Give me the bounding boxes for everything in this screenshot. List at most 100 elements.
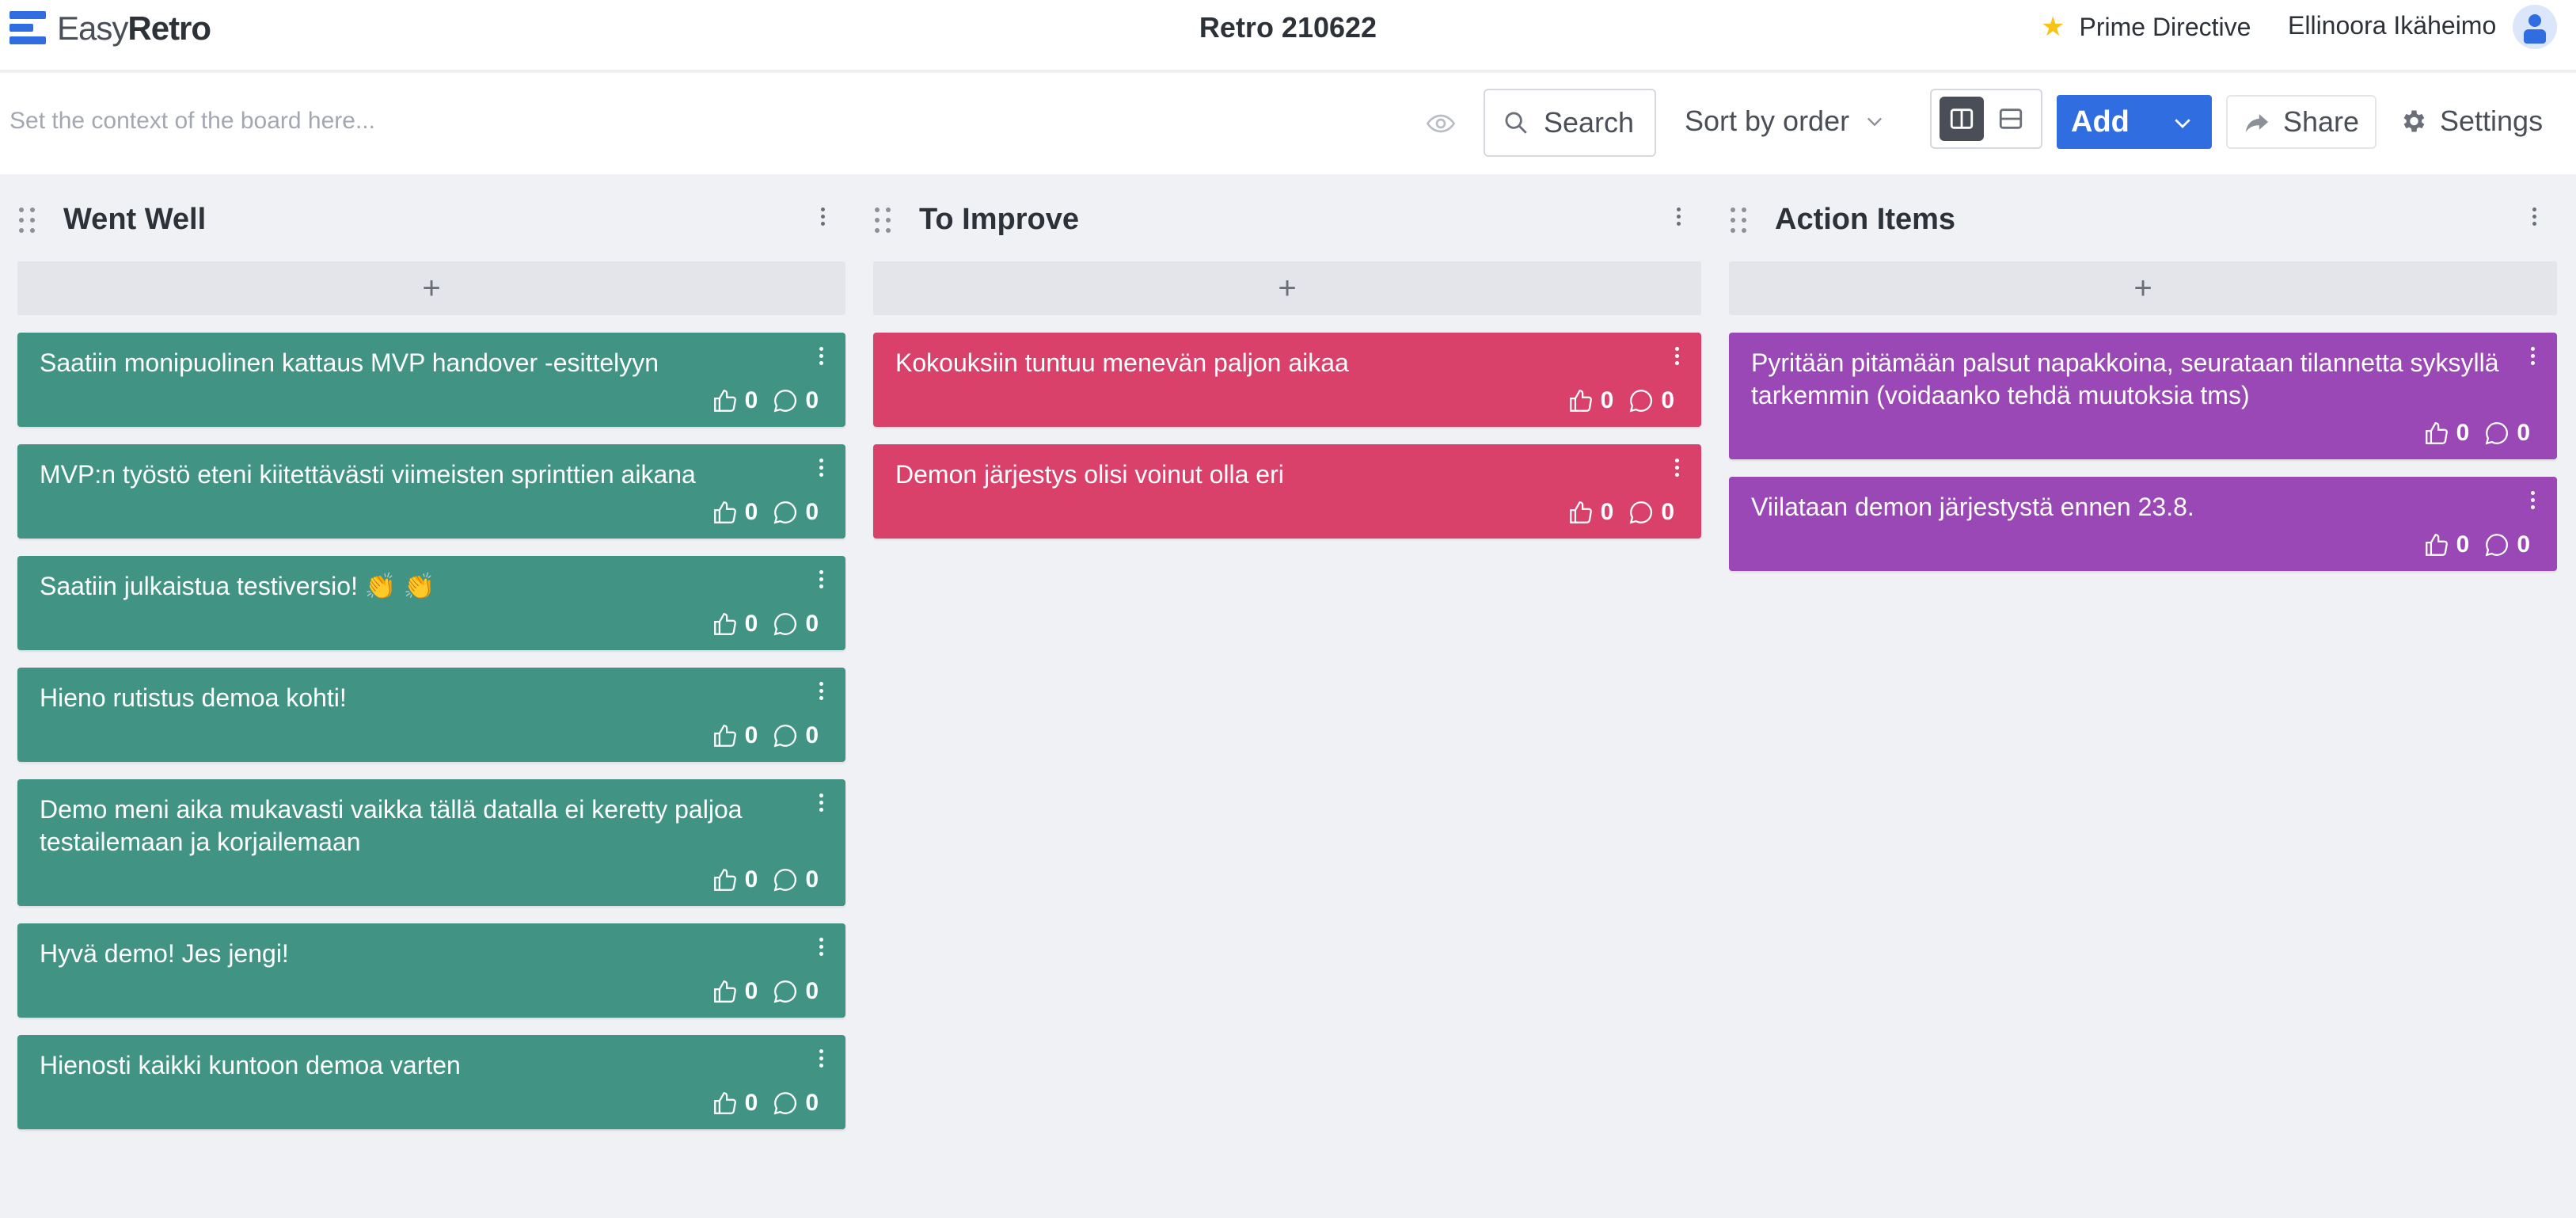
- more-options-icon[interactable]: [1674, 207, 1682, 230]
- comment-icon[interactable]: [1628, 387, 1655, 414]
- card-more-options-icon[interactable]: [817, 459, 825, 481]
- like-count: 0: [2456, 420, 2470, 446]
- thumbs-up-icon[interactable]: [1567, 499, 1594, 526]
- retro-card[interactable]: Hieno rutistus demoa kohti! 0 0: [17, 668, 845, 762]
- add-card-button[interactable]: +: [873, 261, 1701, 315]
- comment-icon[interactable]: [772, 499, 799, 526]
- retro-card[interactable]: Kokouksiin tuntuu menevän paljon aikaa 0 0: [873, 333, 1701, 427]
- card-more-options-icon[interactable]: [1673, 459, 1681, 481]
- retro-card[interactable]: Demon järjestys olisi voinut olla eri 0 0: [873, 444, 1701, 539]
- more-options-icon[interactable]: [819, 207, 826, 230]
- user-avatar-icon[interactable]: [2513, 5, 2557, 49]
- like-count: 0: [1600, 387, 1614, 413]
- card-more-options-icon[interactable]: [2529, 347, 2536, 369]
- card-text[interactable]: Hieno rutistus demoa kohti!: [40, 682, 798, 714]
- comment-count: 0: [1661, 499, 1674, 525]
- column-title[interactable]: To Improve: [919, 203, 1079, 237]
- card-text[interactable]: Hienosti kaikki kuntoon demoa varten: [40, 1049, 798, 1082]
- thumbs-up-icon[interactable]: [2423, 531, 2450, 558]
- retro-card[interactable]: Hyvä demo! Jes jengi! 0 0: [17, 923, 845, 1018]
- card-footer: 00: [40, 603, 826, 650]
- retro-card[interactable]: Pyritään pitämään palsut napakkoina, seu…: [1729, 333, 2557, 459]
- card-more-options-icon[interactable]: [817, 682, 825, 704]
- comment-count: 0: [1661, 387, 1674, 413]
- comment-icon[interactable]: [2483, 531, 2510, 558]
- row-view-button[interactable]: [1989, 97, 2033, 141]
- thumbs-up-icon[interactable]: [2423, 420, 2450, 447]
- thumbs-up-icon[interactable]: [712, 1090, 739, 1117]
- comment-icon[interactable]: [2483, 420, 2510, 447]
- like-count: 0: [744, 978, 758, 1004]
- thumbs-up-icon[interactable]: [712, 499, 739, 526]
- card-more-options-icon[interactable]: [817, 570, 825, 592]
- like-count: 0: [744, 866, 758, 893]
- board-toolbar: Set the context of the board here... Sea…: [0, 73, 2576, 174]
- drag-handle-icon[interactable]: [1729, 206, 1751, 234]
- retro-card[interactable]: Hienosti kaikki kuntoon demoa varten 0 0: [17, 1035, 845, 1129]
- sort-dropdown[interactable]: Sort by order: [1685, 105, 1886, 138]
- retro-card[interactable]: Viilataan demon järjestystä ennen 23.8. 0…: [1729, 477, 2557, 571]
- comment-icon[interactable]: [1628, 499, 1655, 526]
- card-text[interactable]: Saatiin julkaistua testiversio! 👏 👏: [40, 570, 798, 603]
- drag-handle-icon[interactable]: [17, 206, 40, 234]
- card-text[interactable]: Viilataan demon järjestystä ennen 23.8.: [1751, 491, 2510, 523]
- card-text[interactable]: Demon järjestys olisi voinut olla eri: [895, 459, 1654, 491]
- chevron-down-icon[interactable]: [2171, 111, 2194, 135]
- card-more-options-icon[interactable]: [817, 347, 825, 369]
- thumbs-up-icon[interactable]: [712, 387, 739, 414]
- comment-icon[interactable]: [772, 611, 799, 638]
- card-text[interactable]: Kokouksiin tuntuu menevän paljon aikaa: [895, 347, 1654, 379]
- comment-icon[interactable]: [772, 387, 799, 414]
- card-more-options-icon[interactable]: [817, 794, 825, 816]
- card-footer: 00: [40, 714, 826, 762]
- card-text[interactable]: Saatiin monipuolinen kattaus MVP handove…: [40, 347, 798, 379]
- card-text[interactable]: MVP:n työstö eteni kiitettävästi viimeis…: [40, 459, 798, 491]
- prime-directive-label: Prime Directive: [2079, 12, 2251, 41]
- share-button[interactable]: Share: [2226, 95, 2377, 149]
- column-went-well: Went Well + Saatiin monipuolinen kattaus…: [17, 184, 845, 1129]
- card-more-options-icon[interactable]: [1673, 347, 1681, 369]
- card-more-options-icon[interactable]: [2529, 491, 2536, 513]
- thumbs-up-icon[interactable]: [712, 611, 739, 638]
- column-title[interactable]: Went Well: [63, 203, 206, 237]
- card-more-options-icon[interactable]: [817, 938, 825, 960]
- comment-count: 0: [805, 611, 819, 637]
- retro-card[interactable]: Saatiin julkaistua testiversio! 👏 👏 0 0: [17, 556, 845, 650]
- user-name[interactable]: Ellinoora Ikäheimo: [2288, 11, 2496, 40]
- comment-count: 0: [805, 978, 819, 1004]
- more-options-icon[interactable]: [2530, 207, 2538, 230]
- retro-card[interactable]: Saatiin monipuolinen kattaus MVP handove…: [17, 333, 845, 427]
- add-card-button[interactable]: +: [1729, 261, 2557, 315]
- card-more-options-icon[interactable]: [817, 1049, 825, 1071]
- card-text[interactable]: Demo meni aika mukavasti vaikka tällä da…: [40, 794, 798, 858]
- card-footer: 00: [40, 379, 826, 427]
- thumbs-up-icon[interactable]: [1567, 387, 1594, 414]
- comment-icon[interactable]: [772, 722, 799, 749]
- add-card-button[interactable]: +: [17, 261, 845, 315]
- search-button[interactable]: Search: [1484, 89, 1656, 157]
- card-text[interactable]: Pyritään pitämään palsut napakkoina, seu…: [1751, 347, 2510, 412]
- comment-count: 0: [805, 387, 819, 413]
- comment-icon[interactable]: [772, 1090, 799, 1117]
- board-context-input[interactable]: Set the context of the board here...: [9, 108, 375, 135]
- thumbs-up-icon[interactable]: [712, 866, 739, 893]
- thumbs-up-icon[interactable]: [712, 722, 739, 749]
- like-count: 0: [1600, 499, 1614, 525]
- add-button[interactable]: Add: [2057, 95, 2212, 149]
- eye-icon[interactable]: [1425, 108, 1457, 139]
- drag-handle-icon[interactable]: [873, 206, 895, 234]
- column-view-button[interactable]: [1940, 97, 1984, 141]
- settings-button[interactable]: Settings: [2399, 105, 2543, 138]
- retro-card[interactable]: MVP:n työstö eteni kiitettävästi viimeis…: [17, 444, 845, 539]
- comment-icon[interactable]: [772, 866, 799, 893]
- retro-card[interactable]: Demo meni aika mukavasti vaikka tällä da…: [17, 779, 845, 906]
- comment-icon[interactable]: [772, 978, 799, 1005]
- column-title[interactable]: Action Items: [1775, 203, 1955, 237]
- settings-label: Settings: [2440, 105, 2544, 137]
- prime-directive-link[interactable]: ★ Prime Directive: [2041, 11, 2251, 43]
- card-text[interactable]: Hyvä demo! Jes jengi!: [40, 938, 798, 970]
- card-footer: 00: [40, 970, 826, 1018]
- thumbs-up-icon[interactable]: [712, 978, 739, 1005]
- card-footer: 00: [40, 1082, 826, 1129]
- share-icon: [2245, 114, 2269, 132]
